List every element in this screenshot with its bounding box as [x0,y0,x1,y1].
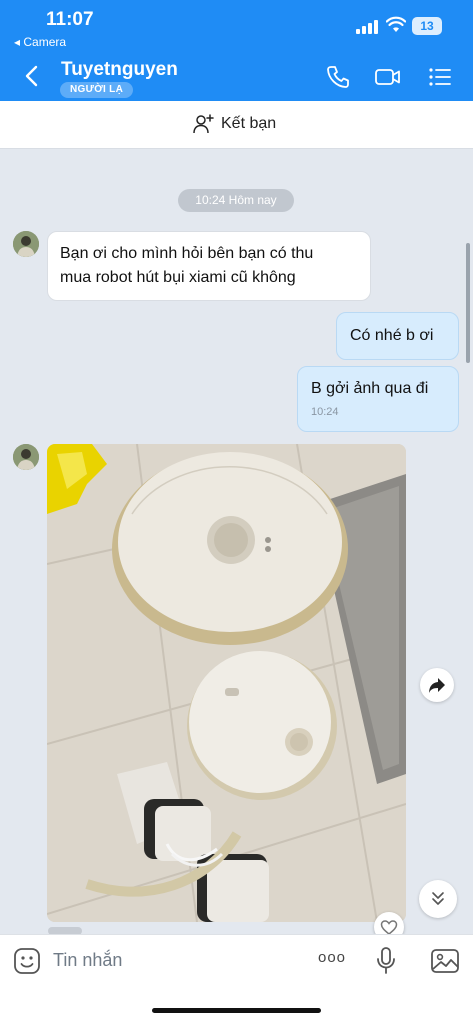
chat-header: 11:07 ◂ Camera 13 Tuyetnguyen NGƯỜI LẠ [0,0,473,101]
home-indicator [152,1008,321,1013]
avatar[interactable] [13,231,39,257]
add-friend-label: Kết bạn [221,115,277,132]
status-back-to-app[interactable]: ◂ Camera [14,35,66,49]
share-forward-button[interactable] [420,668,454,702]
add-friend-button[interactable]: Kết bạn [193,114,276,134]
avatar[interactable] [13,444,39,470]
battery-icon: 13 [412,17,442,35]
chat-scrollbar[interactable] [466,243,470,363]
scroll-to-bottom-button[interactable] [419,880,457,918]
share-forward-icon [420,668,454,702]
double-chevron-down-icon [419,880,457,918]
more-options-button[interactable]: ooo [318,949,346,966]
add-friend-bar: Kết bạn [0,101,473,149]
add-user-icon [193,114,215,134]
menu-list-icon[interactable] [427,64,453,90]
wifi-icon [386,16,406,34]
robot-vacuum-photo[interactable] [47,444,406,922]
phone-icon[interactable] [325,64,351,90]
message-input[interactable]: Tin nhắn [53,950,122,971]
signal-icon [356,20,380,34]
outgoing-message[interactable]: B gởi ảnh qua đi 10:24 [297,366,459,432]
message-text-line: Bạn ơi cho mình hỏi bên bạn có thu [60,245,314,262]
time-separator: 10:24 Hôm nay [178,189,294,212]
message-time: 10:24 [311,406,339,418]
message-text: Có nhé b ơi [350,327,434,344]
sticker-icon[interactable] [13,947,41,975]
microphone-icon[interactable] [376,946,396,976]
video-call-icon[interactable] [374,64,400,90]
outgoing-message[interactable]: Có nhé b ơi [336,312,459,360]
status-time: 11:07 [46,9,94,30]
contact-name[interactable]: Tuyetnguyen [61,59,178,81]
stranger-badge: NGƯỜI LẠ [60,82,134,98]
message-text-line: mua robot hút bụi xiami cũ không [60,269,296,286]
incoming-message[interactable]: Bạn ơi cho mình hỏi bên bạn có thu mua r… [47,231,371,301]
back-chevron-icon[interactable] [22,64,42,88]
message-text: B gởi ảnh qua đi [311,380,429,397]
image-icon[interactable] [430,947,460,975]
